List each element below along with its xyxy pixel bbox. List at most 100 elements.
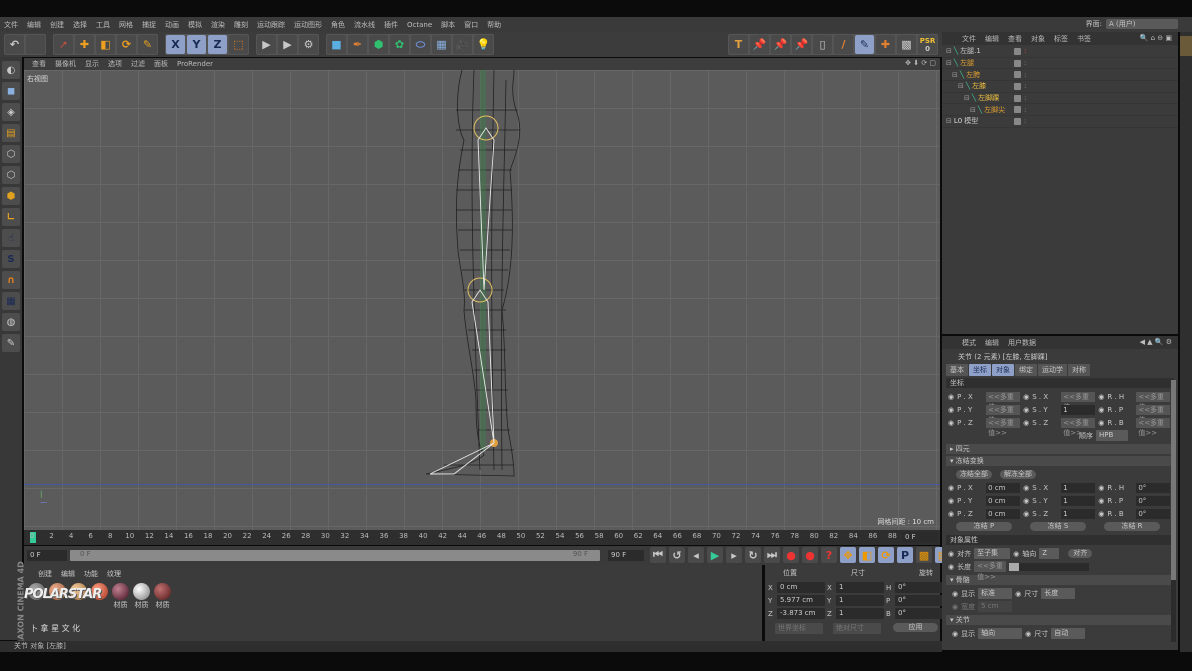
visibility-toggle[interactable]: [1014, 59, 1021, 67]
visibility-toggle[interactable]: [1014, 94, 1021, 102]
render-settings-icon[interactable]: ⚙: [299, 35, 318, 54]
right-dock-tabs[interactable]: [1180, 32, 1192, 652]
attr-field[interactable]: 0 cm: [986, 482, 1021, 493]
object-menu-item[interactable]: 查看: [1008, 34, 1022, 44]
layout-selector[interactable]: 界面: A (用户): [1086, 19, 1178, 29]
apply-button[interactable]: 应用: [893, 623, 938, 632]
coord-field[interactable]: 5.977 cm: [777, 595, 825, 606]
material-menu-item[interactable]: 创建: [38, 569, 52, 579]
attr-field[interactable]: 1: [1061, 404, 1096, 415]
next-key-icon[interactable]: ↻: [745, 547, 761, 563]
deformer-icon[interactable]: ✿: [390, 35, 409, 54]
align-button[interactable]: 对齐: [1068, 549, 1093, 558]
coord-field[interactable]: 1: [836, 608, 884, 619]
attr-field[interactable]: 0°: [1136, 495, 1171, 506]
freeze-all-button[interactable]: 冻结全部: [956, 470, 992, 479]
viewport-menu-item[interactable]: 显示: [85, 59, 99, 69]
attribute-menu-item[interactable]: 模式: [962, 338, 976, 348]
menu-item[interactable]: 文件: [4, 20, 18, 30]
radio-icon[interactable]: ◉: [1098, 510, 1104, 518]
freeze-section[interactable]: ▾ 冻结变换: [946, 456, 1174, 466]
frame-range-slider[interactable]: 0 F 90 F: [70, 550, 600, 561]
object-row[interactable]: ⊟ ╲ 左腿:: [942, 58, 1178, 70]
polygons-icon[interactable]: ⬢: [2, 187, 20, 205]
attribute-menu-item[interactable]: 编辑: [985, 338, 999, 348]
object-menu-item[interactable]: 书签: [1077, 34, 1091, 44]
object-menu-item[interactable]: 文件: [962, 34, 976, 44]
tweak-icon[interactable]: ☝: [2, 229, 20, 247]
coord-field[interactable]: 0°: [895, 582, 943, 593]
weight-icon[interactable]: ▩: [897, 35, 916, 54]
viewport-menu-item[interactable]: 摄像机: [55, 59, 76, 69]
keyframe-help-icon[interactable]: ?: [821, 547, 837, 563]
visibility-toggle[interactable]: [1014, 82, 1021, 90]
visibility-toggle[interactable]: [1014, 47, 1021, 55]
z-axis-icon[interactable]: Z: [208, 35, 227, 54]
tab-3[interactable]: 绑定: [1015, 364, 1037, 376]
object-name[interactable]: 左膝: [972, 81, 986, 91]
sculpt-icon[interactable]: ◍: [2, 313, 20, 331]
radio-icon[interactable]: ◉: [948, 497, 954, 505]
pin-weight-icon[interactable]: 📌: [771, 35, 790, 54]
visibility-toggle[interactable]: [1014, 117, 1021, 125]
menu-item[interactable]: 工具: [96, 20, 110, 30]
joint-size-dropdown[interactable]: 自动: [1051, 628, 1086, 639]
visibility-dots[interactable]: :: [1024, 94, 1026, 102]
visibility-toggle[interactable]: [1014, 71, 1021, 79]
attribute-scrollbar[interactable]: [1171, 380, 1176, 642]
object-row[interactable]: ⊟ ╲ 左脚尖:: [942, 104, 1178, 117]
visibility-toggle[interactable]: [1014, 106, 1021, 114]
radio-icon[interactable]: ◉: [1023, 406, 1029, 414]
attribute-menu-item[interactable]: 用户数据: [1008, 338, 1036, 348]
object-menu-item[interactable]: 对象: [1031, 34, 1045, 44]
menu-item[interactable]: 脚本: [441, 20, 455, 30]
magnet-icon[interactable]: ∩: [2, 271, 20, 289]
object-row[interactable]: ⊟ ╲ 左腿.1:: [942, 46, 1178, 58]
viewport[interactable]: 查看 摄像机 显示 选项 过滤 面板 ProRender ✥ ⬇ ⟳ ▢ | — 右视图 网格…: [24, 58, 940, 530]
camera-icon[interactable]: 🎥: [453, 35, 472, 54]
radio-icon[interactable]: ◉: [1023, 510, 1029, 518]
tab-1[interactable]: 坐标: [969, 364, 991, 376]
attr-field[interactable]: <<多重值>>: [1136, 404, 1171, 424]
attr-field[interactable]: 0 cm: [986, 508, 1021, 519]
menu-item[interactable]: 创建: [50, 20, 64, 30]
attr-field[interactable]: 1: [1061, 482, 1096, 493]
length-field[interactable]: <<多重值>>: [974, 561, 1007, 581]
viewport-menu-item[interactable]: 选项: [108, 59, 122, 69]
menu-item[interactable]: 流水线: [354, 20, 375, 30]
attr-field[interactable]: 0°: [1136, 482, 1171, 493]
y-axis-icon[interactable]: Y: [187, 35, 206, 54]
attr-field[interactable]: <<多重值>>: [1061, 417, 1096, 437]
tab-5[interactable]: 对称: [1068, 364, 1090, 376]
coord-mode-dropdown[interactable]: 世界坐标: [775, 623, 823, 634]
radio-icon[interactable]: ◉: [1098, 406, 1104, 414]
light-icon[interactable]: 💡: [474, 35, 493, 54]
objects-tab[interactable]: [1180, 36, 1192, 56]
menu-item[interactable]: 雕刻: [234, 20, 248, 30]
record-icon[interactable]: ●: [783, 547, 799, 563]
object-name[interactable]: 模型: [964, 116, 978, 126]
object-row[interactable]: ⊟ L0 模型:: [942, 116, 1178, 128]
radio-icon[interactable]: ◉: [1098, 393, 1104, 401]
pin-icon[interactable]: 📌: [750, 35, 769, 54]
bone-icon[interactable]: /: [834, 35, 853, 54]
key-param-icon[interactable]: P: [897, 547, 913, 563]
coord-field[interactable]: 0°: [895, 608, 943, 619]
axis-dropdown[interactable]: Z: [1039, 548, 1060, 559]
attr-field[interactable]: <<多重值>>: [986, 417, 1021, 437]
texture-mode-icon[interactable]: ◈: [2, 103, 20, 121]
menu-item[interactable]: 捕捉: [142, 20, 156, 30]
coord-field[interactable]: 0°: [895, 595, 943, 606]
menu-item[interactable]: 插件: [384, 20, 398, 30]
timeline-ruler[interactable]: 0 2 4 6 8 10 12 14 16 18 20 22 24 26 28 30 32 34 36 38 40 42 4…: [24, 530, 940, 545]
menu-item[interactable]: 模拟: [188, 20, 202, 30]
object-row[interactable]: ⊟ ╲ 左脚踝:: [942, 93, 1178, 105]
object-name[interactable]: 左腿.1: [960, 46, 981, 56]
object-row[interactable]: ⊟ ╲ 左胯:: [942, 69, 1178, 82]
visibility-dots[interactable]: :: [1024, 106, 1026, 114]
edges-icon[interactable]: ⬡: [2, 166, 20, 184]
radio-icon[interactable]: ◉: [948, 510, 954, 518]
material-menu-item[interactable]: 纹理: [107, 569, 121, 579]
layout-dropdown[interactable]: A (用户): [1106, 19, 1178, 29]
width-field[interactable]: 5 cm: [978, 601, 1013, 612]
